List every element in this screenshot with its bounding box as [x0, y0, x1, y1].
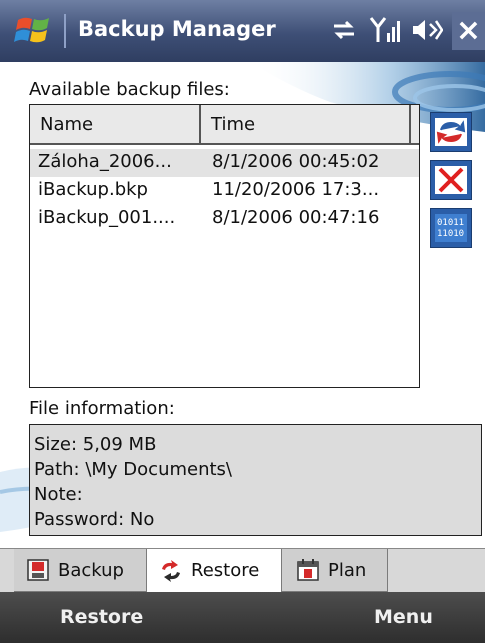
connectivity-icon[interactable] [328, 12, 360, 48]
restore-softkey[interactable]: Restore [60, 606, 143, 628]
info-password: Password: No [34, 509, 155, 530]
file-info-box: Size: 5,09 MB Path: \My Documents\ Note:… [29, 424, 482, 536]
main-content: Available backup files: Name Time Záloha… [0, 62, 485, 548]
file-row[interactable]: iBackup.bkp 11/20/2006 17:3... [30, 177, 419, 205]
file-row[interactable]: iBackup_001.... 8/1/2006 00:47:16 [30, 205, 419, 233]
tab-backup-label: Backup [58, 559, 124, 581]
calendar-icon [296, 558, 320, 582]
info-size: Size: 5,09 MB [34, 434, 157, 455]
column-header-name[interactable]: Name [30, 105, 201, 143]
backup-files-list[interactable]: Name Time Záloha_2006... 8/1/2006 00:45:… [29, 104, 420, 388]
file-name: Záloha_2006... [38, 151, 172, 172]
tab-restore[interactable]: Restore [147, 549, 282, 592]
info-label: File information: [29, 398, 175, 419]
delete-icon [435, 166, 467, 194]
files-label: Available backup files: [29, 79, 230, 100]
tab-restore-label: Restore [191, 560, 260, 581]
file-time: 8/1/2006 00:45:02 [212, 151, 380, 172]
tab-bar: Backup Restore Plan [0, 548, 485, 593]
list-header: Name Time [30, 105, 419, 145]
title-separator [64, 14, 66, 48]
file-time: 11/20/2006 17:3... [212, 179, 380, 200]
file-row[interactable]: Záloha_2006... 8/1/2006 00:45:02 [30, 149, 419, 177]
restore-icon [159, 559, 183, 583]
softkey-bar: Restore Menu [0, 592, 485, 643]
close-icon: × [455, 13, 482, 48]
file-time: 8/1/2006 00:47:16 [212, 207, 380, 228]
app-title: Backup Manager [78, 17, 276, 41]
delete-button[interactable] [430, 160, 472, 200]
refresh-icon [435, 118, 467, 146]
speaker-icon[interactable] [408, 12, 444, 48]
svg-text:01011: 01011 [437, 218, 464, 228]
windows-start-icon[interactable] [14, 10, 54, 50]
svg-text:11010: 11010 [437, 229, 464, 239]
title-bar: Backup Manager × [0, 0, 485, 62]
menu-softkey[interactable]: Menu [374, 606, 433, 628]
close-button[interactable]: × [452, 12, 485, 50]
tab-plan[interactable]: Plan [282, 549, 388, 592]
signal-strength-icon[interactable] [368, 12, 402, 48]
tab-plan-label: Plan [328, 559, 367, 581]
binary-data-button[interactable]: 01011 11010 [430, 208, 472, 248]
info-note: Note: [34, 484, 83, 505]
backup-icon [26, 558, 50, 582]
info-path: Path: \My Documents\ [34, 459, 232, 480]
file-name: iBackup_001.... [38, 207, 176, 228]
binary-data-icon: 01011 11010 [435, 214, 467, 242]
column-header-time[interactable]: Time [201, 105, 411, 143]
tab-backup[interactable]: Backup [14, 549, 147, 592]
file-name: iBackup.bkp [38, 179, 148, 200]
refresh-button[interactable] [430, 112, 472, 152]
